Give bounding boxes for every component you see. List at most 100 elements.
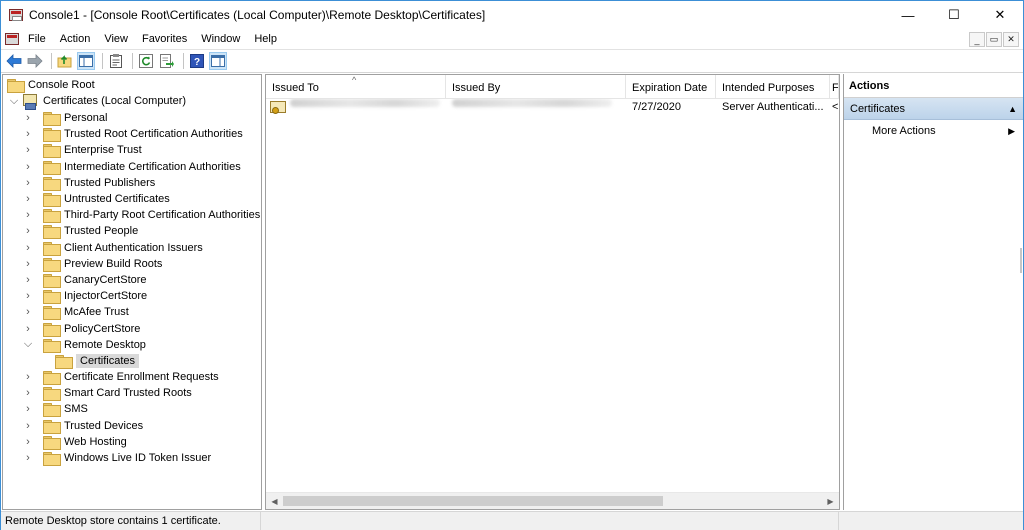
chevron-right-icon[interactable]: › (23, 223, 33, 239)
mdi-minimize-button[interactable]: _ (969, 32, 985, 47)
actions-scrollbar[interactable] (1019, 98, 1023, 508)
horizontal-scrollbar[interactable]: ◀ ▶ (266, 492, 839, 509)
system-menu-icon[interactable] (5, 33, 19, 45)
tree-node-client-authentication-issuers[interactable]: › Client Authentication Issuers (23, 240, 203, 256)
tree-node-injectorcertstore[interactable]: › InjectorCertStore (23, 288, 147, 305)
chevron-right-icon[interactable]: › (23, 240, 33, 256)
chevron-right-icon[interactable]: › (23, 126, 33, 142)
mmc-window: Console1 - [Console Root\Certificates (L… (0, 0, 1024, 530)
help-icon[interactable]: ? (188, 52, 206, 70)
tree-node-trusted-publishers[interactable]: › Trusted Publishers (23, 175, 155, 191)
tree-label: Certificate Enrollment Requests (64, 371, 219, 383)
tree-node-enterprise-trust[interactable]: › Enterprise Trust (23, 142, 142, 159)
table-row[interactable]: 7/27/2020 Server Authenticati... < (266, 99, 839, 116)
actions-section-certificates[interactable]: Certificates ▲ (844, 98, 1023, 120)
tree-node-trusted-people[interactable]: › Trusted People (23, 223, 138, 240)
tree-node-certificates-local-computer[interactable]: ⌵ Certificates (Local Computer) (9, 93, 186, 110)
tree-node-certificate-enrollment-requests[interactable]: › Certificate Enrollment Requests (23, 369, 219, 385)
refresh-icon[interactable] (137, 52, 155, 70)
folder-icon (43, 274, 61, 288)
tree-node-web-hosting[interactable]: › Web Hosting (23, 434, 127, 450)
scrollbar-thumb[interactable] (283, 496, 663, 506)
chevron-right-icon[interactable]: › (23, 401, 33, 417)
chevron-right-icon[interactable]: › (23, 450, 33, 466)
forward-icon[interactable] (26, 52, 44, 70)
collapse-up-icon[interactable]: ▲ (1008, 98, 1017, 120)
mdi-close-button[interactable]: ✕ (1003, 32, 1019, 47)
action-pane-icon[interactable] (209, 52, 227, 70)
chevron-right-icon[interactable]: › (23, 418, 33, 434)
title-bar[interactable]: Console1 - [Console Root\Certificates (L… (1, 1, 1023, 29)
chevron-right-icon[interactable]: › (23, 434, 33, 450)
tree-node-canarycertstore[interactable]: › CanaryCertStore (23, 272, 147, 288)
properties-icon[interactable] (107, 52, 125, 70)
mmc-app-icon[interactable] (9, 9, 23, 21)
menu-window[interactable]: Window (194, 29, 247, 49)
menu-action[interactable]: Action (53, 29, 98, 49)
results-pane[interactable]: ^ Issued To Issued By Expiration Date In… (265, 74, 840, 510)
chevron-right-icon[interactable]: › (23, 369, 33, 385)
chevron-right-icon[interactable]: › (23, 321, 33, 337)
tree-node-preview-build-roots[interactable]: › Preview Build Roots (23, 256, 162, 272)
tree-node-mcafee-trust[interactable]: › McAfee Trust (23, 304, 129, 321)
chevron-right-icon[interactable]: › (23, 304, 33, 320)
chevron-right-icon[interactable]: › (23, 272, 33, 288)
folder-icon (43, 322, 61, 337)
menu-file[interactable]: File (21, 29, 53, 49)
folder-icon (43, 290, 61, 305)
tree-node-windows-live-id-token-issuer[interactable]: › Windows Live ID Token Issuer (23, 450, 211, 466)
scroll-right-icon[interactable]: ▶ (822, 493, 839, 509)
tree-node-untrusted-certificates[interactable]: › Untrusted Certificates (23, 191, 170, 207)
minimize-button[interactable]: — (885, 1, 931, 29)
export-list-icon[interactable] (158, 52, 176, 70)
menu-favorites[interactable]: Favorites (135, 29, 194, 49)
tree-node-console-root[interactable]: Console Root (7, 77, 95, 93)
chevron-right-icon[interactable]: › (23, 207, 33, 223)
menu-help[interactable]: Help (247, 29, 284, 49)
chevron-right-icon[interactable]: › (23, 142, 33, 158)
tree-node-trusted-root-certification-authorities[interactable]: › Trusted Root Certification Authorities (23, 126, 243, 143)
show-hide-tree-icon[interactable] (77, 52, 95, 70)
maximize-button[interactable]: ☐ (931, 1, 977, 29)
tree-label: Preview Build Roots (64, 257, 163, 270)
back-icon[interactable] (5, 52, 23, 70)
menu-view[interactable]: View (97, 29, 135, 49)
column-header-issued-by[interactable]: Issued By (446, 75, 626, 99)
column-header-intended-purposes[interactable]: Intended Purposes (716, 75, 830, 99)
chevron-down-icon[interactable]: ⌵ (23, 337, 33, 353)
column-header-friendly-name[interactable]: F (830, 75, 839, 99)
tree-node-policycertstore[interactable]: › PolicyCertStore (23, 321, 140, 337)
tree-label: Client Authentication Issuers (64, 241, 203, 254)
mdi-controls: _ ▭ ✕ (969, 32, 1019, 47)
up-folder-icon[interactable] (56, 52, 74, 70)
chevron-right-icon[interactable]: › (23, 175, 33, 191)
tree-node-sms[interactable]: › SMS (23, 401, 88, 418)
tree-node-personal[interactable]: › Personal (23, 110, 107, 126)
chevron-right-icon[interactable]: › (23, 191, 33, 207)
close-button[interactable]: ✕ (977, 1, 1023, 29)
tree-node-remote-desktop[interactable]: ⌵ Remote Desktop (23, 337, 146, 353)
mdi-restore-button[interactable]: ▭ (986, 32, 1002, 47)
chevron-right-icon[interactable]: › (23, 110, 33, 126)
chevron-right-icon[interactable]: › (23, 159, 33, 175)
chevron-right-icon[interactable]: › (23, 256, 33, 272)
tree-node-third-party-root-certification-authorities[interactable]: › Third-Party Root Certification Authorit… (23, 207, 260, 224)
scroll-left-icon[interactable]: ◀ (266, 493, 283, 509)
tree-node-certificates-selected[interactable]: Certificates (55, 353, 140, 369)
column-header-expiration-date[interactable]: Expiration Date (626, 75, 716, 99)
chevron-right-icon[interactable]: › (23, 288, 33, 304)
chevron-right-icon[interactable]: › (23, 385, 33, 401)
tree-node-intermediate-certification-authorities[interactable]: › Intermediate Certification Authorities (23, 159, 241, 175)
actions-pane: Actions Certificates ▲ More Actions ▶ (843, 74, 1023, 510)
tree-node-trusted-devices[interactable]: › Trusted Devices (23, 418, 143, 434)
action-more-actions[interactable]: More Actions ▶ (844, 120, 1023, 142)
status-cell-empty (839, 512, 1021, 530)
folder-icon (43, 387, 61, 402)
chevron-down-icon[interactable]: ⌵ (9, 93, 19, 109)
console-tree[interactable]: Console Root ⌵ Certificates (Local Compu… (2, 74, 262, 510)
certificates-snapin-icon (22, 94, 38, 110)
toolbar-separator (51, 53, 52, 69)
column-header-issued-to[interactable]: ^ Issued To (266, 75, 446, 99)
folder-icon (43, 419, 61, 434)
tree-node-smart-card-trusted-roots[interactable]: › Smart Card Trusted Roots (23, 385, 192, 402)
